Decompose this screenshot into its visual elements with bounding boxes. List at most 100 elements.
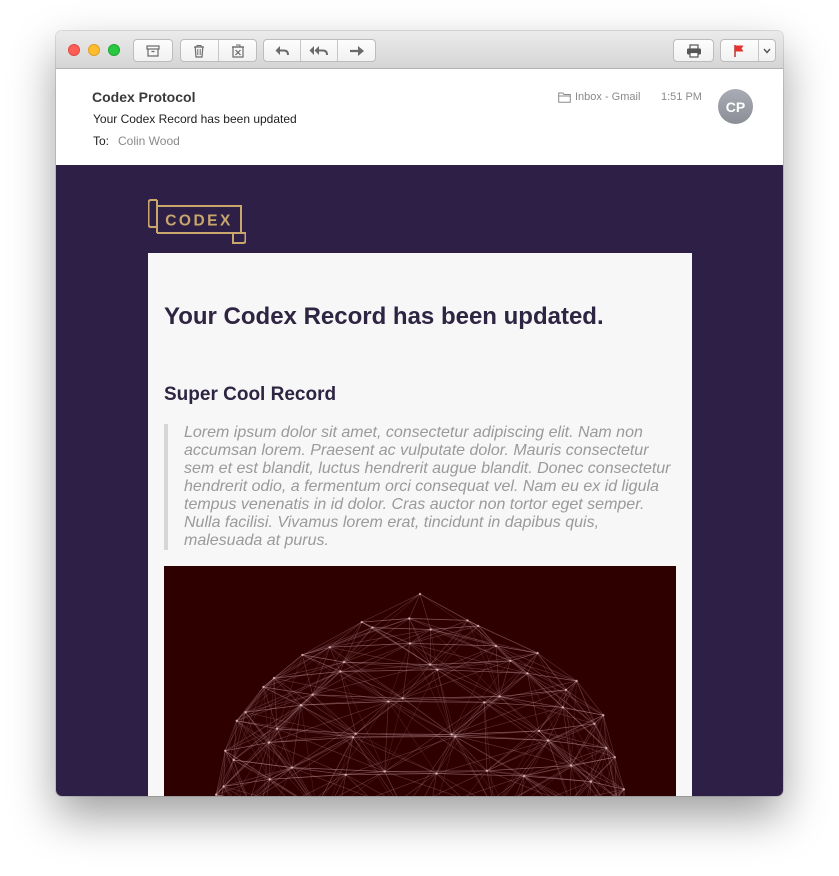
wireframe-vertex bbox=[498, 695, 501, 698]
subject-line: Your Codex Record has been updated bbox=[93, 112, 297, 126]
wireframe-vertex bbox=[435, 772, 438, 775]
trash-icon bbox=[194, 44, 204, 58]
wireframe-vertex bbox=[561, 706, 565, 709]
wireframe-vertex bbox=[222, 785, 225, 788]
wireframe-edge bbox=[269, 774, 347, 780]
wireframe-vertex bbox=[485, 769, 489, 772]
wireframe-edge bbox=[388, 669, 438, 702]
flag-button[interactable] bbox=[720, 39, 757, 62]
printer-icon bbox=[686, 43, 701, 58]
wireframe-edge bbox=[268, 742, 308, 796]
wireframe-vertex bbox=[401, 697, 404, 700]
wireframe-vertex bbox=[268, 778, 271, 781]
zoom-window-button[interactable] bbox=[108, 44, 120, 56]
wireframe-vertex bbox=[339, 670, 342, 673]
wireframe-vertex bbox=[483, 701, 486, 704]
wireframe-vertex bbox=[354, 732, 357, 735]
print-button[interactable] bbox=[673, 39, 714, 62]
forward-arrow-icon bbox=[349, 45, 364, 56]
wireframe-vertex bbox=[605, 746, 608, 750]
flag-menu-button[interactable] bbox=[758, 39, 776, 62]
wireframe-edge bbox=[517, 747, 607, 796]
wireframe-edge bbox=[384, 669, 438, 772]
wireframe-vertex bbox=[436, 668, 439, 671]
folder-icon bbox=[558, 92, 571, 103]
wireframe-vertex bbox=[622, 788, 626, 791]
avatar[interactable]: CP bbox=[718, 89, 753, 124]
minimize-window-button[interactable] bbox=[88, 44, 100, 56]
wireframe-vertex bbox=[537, 729, 541, 733]
junk-icon bbox=[231, 44, 244, 58]
mailbox-label: Inbox - Gmail bbox=[575, 91, 641, 103]
wireframe-edge bbox=[273, 661, 345, 679]
wireframe-lines bbox=[215, 593, 625, 796]
delete-button[interactable] bbox=[180, 39, 218, 62]
logo-wordmark: CODEX bbox=[165, 213, 233, 230]
archive-icon bbox=[146, 44, 160, 57]
toolbar bbox=[56, 31, 783, 69]
wireframe-vertex bbox=[494, 644, 498, 648]
wireframe-edge bbox=[486, 770, 500, 796]
wireframe-vertex bbox=[232, 758, 235, 762]
wireframe-edge bbox=[345, 736, 354, 776]
wireframe-vertex bbox=[546, 739, 550, 742]
received-time: 1:51 PM bbox=[661, 91, 702, 103]
wireframe-artwork bbox=[214, 592, 626, 796]
wireframe-vertex bbox=[328, 646, 331, 649]
reply-all-button[interactable] bbox=[300, 39, 337, 62]
wireframe-vertex bbox=[224, 749, 227, 752]
wireframe-edge bbox=[408, 618, 468, 621]
wireframe-edge bbox=[223, 786, 259, 796]
recipient-name[interactable]: Colin Wood bbox=[118, 134, 180, 148]
wireframe-vertex bbox=[342, 660, 346, 664]
wireframe-edge bbox=[523, 775, 544, 796]
record-description: Lorem ipsum dolor sit amet, consectetur … bbox=[164, 424, 672, 550]
wireframe-edge bbox=[499, 652, 538, 697]
wireframe-vertex bbox=[589, 780, 593, 783]
wireframe-vertex bbox=[466, 619, 469, 622]
red-flag-icon bbox=[733, 44, 743, 57]
wireframe-vertex bbox=[383, 770, 386, 773]
wireframe-vertex bbox=[536, 651, 539, 655]
wireframe-vertex bbox=[429, 628, 432, 631]
wireframe-edge bbox=[576, 680, 604, 716]
wireframe-vertex bbox=[290, 766, 294, 769]
archive-button[interactable] bbox=[133, 39, 173, 62]
sender-name: Codex Protocol bbox=[92, 89, 196, 105]
chevron-down-icon bbox=[763, 48, 771, 54]
codex-scroll-logo: CODEX bbox=[147, 199, 247, 244]
wireframe-edge bbox=[384, 771, 437, 774]
wireframe-vertex bbox=[408, 642, 412, 645]
wireframe-vertex bbox=[371, 626, 374, 629]
record-title: Super Cool Record bbox=[164, 384, 337, 405]
wireframe-vertex bbox=[275, 727, 279, 730]
close-window-button[interactable] bbox=[68, 44, 80, 56]
wireframe-edge bbox=[312, 694, 357, 735]
to-label: To: bbox=[93, 134, 110, 148]
wireframe-vertex bbox=[564, 688, 568, 692]
mailbox-indicator[interactable]: Inbox - Gmail bbox=[558, 91, 640, 103]
wireframe-edge bbox=[570, 765, 572, 796]
wireframe-edge bbox=[233, 759, 248, 796]
wireframe-vertex bbox=[387, 700, 390, 703]
junk-button[interactable] bbox=[218, 39, 257, 62]
wireframe-vertex bbox=[214, 793, 218, 796]
reply-button[interactable] bbox=[263, 39, 300, 62]
wireframe-vertex bbox=[575, 679, 578, 683]
wireframe-edge bbox=[215, 794, 220, 796]
wireframe-edge bbox=[408, 618, 411, 644]
wireframe-edge bbox=[523, 740, 549, 777]
wireframe-vertex bbox=[593, 722, 596, 725]
email-body: CODEX Your Codex Record has been updated… bbox=[56, 165, 783, 796]
wireframe-edge bbox=[273, 621, 363, 679]
reply-all-icon bbox=[309, 45, 328, 55]
record-artwork bbox=[164, 566, 676, 796]
wireframe-vertex bbox=[299, 703, 303, 707]
wireframe-vertex bbox=[272, 676, 276, 680]
wireframe-vertex bbox=[244, 711, 247, 714]
wireframe-vertex bbox=[267, 741, 271, 744]
email-card: Your Codex Record has been updated. Supe… bbox=[148, 253, 692, 796]
forward-button[interactable] bbox=[337, 39, 376, 62]
wireframe-edge bbox=[436, 669, 456, 737]
wireframe-vertex bbox=[311, 693, 314, 696]
